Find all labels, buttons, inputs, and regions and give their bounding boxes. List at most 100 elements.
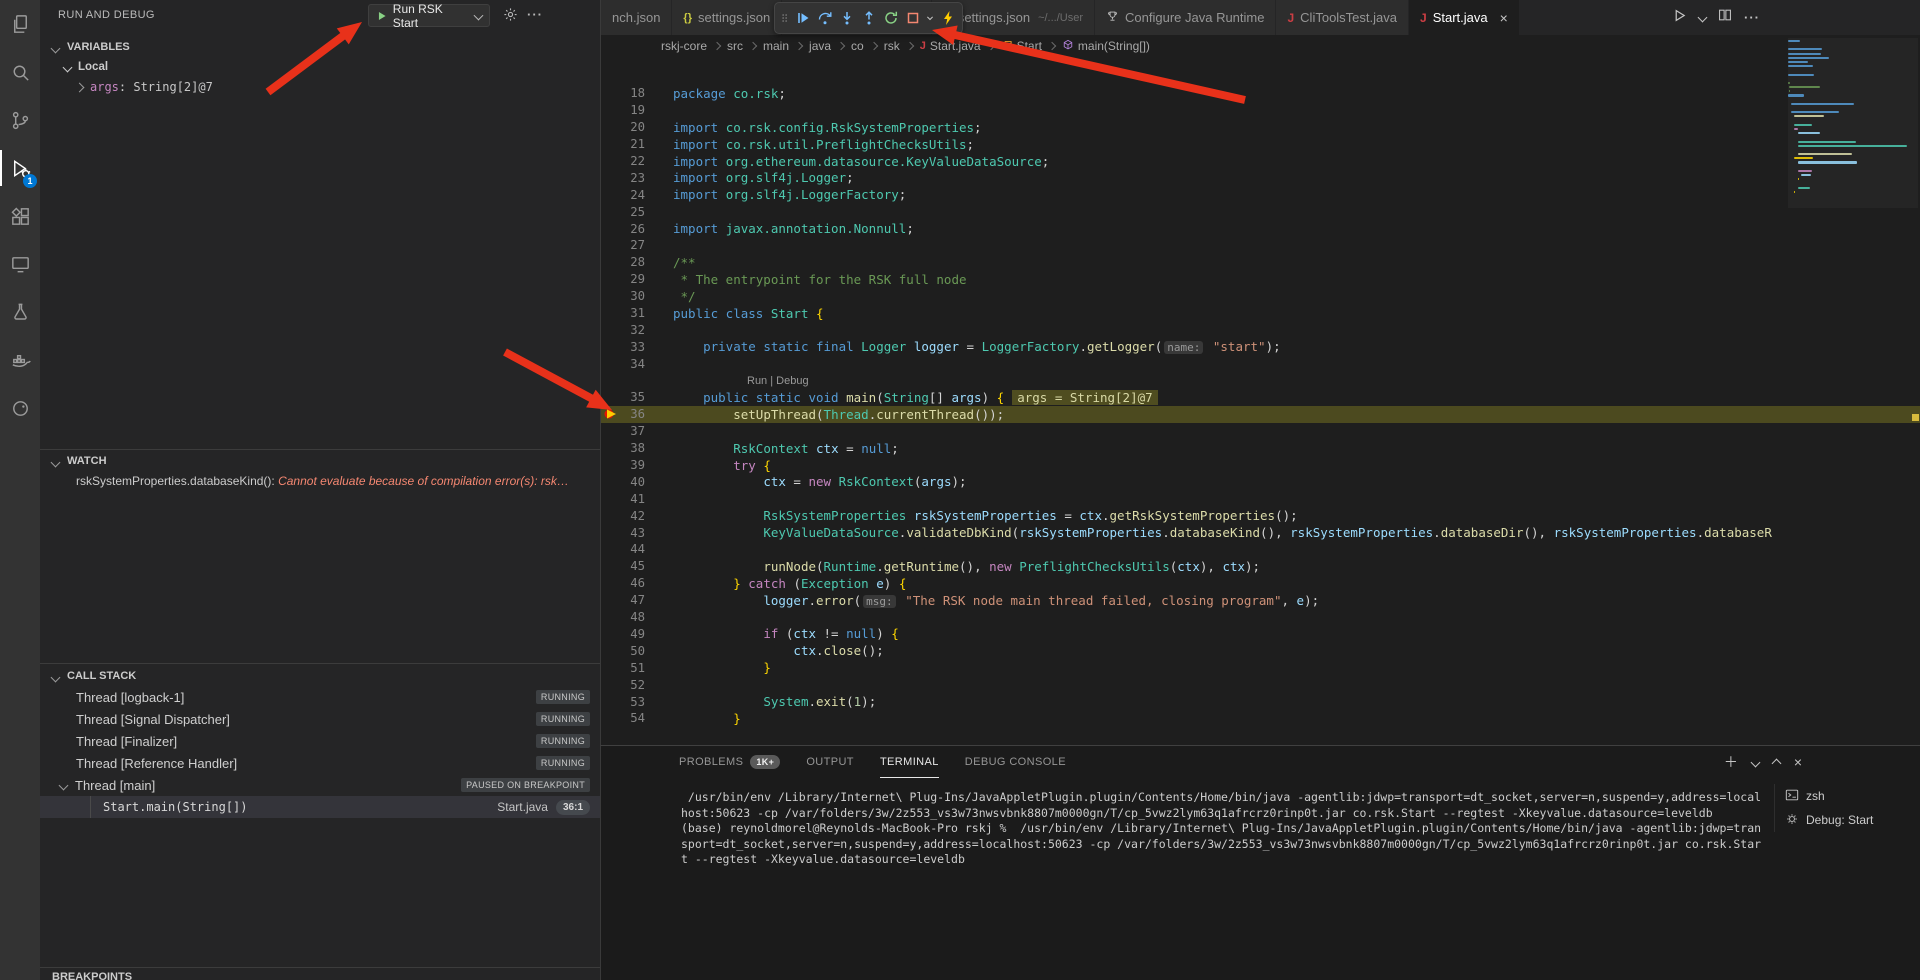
code-line[interactable]: 51 } <box>601 659 1920 676</box>
line-number[interactable]: 28 <box>601 255 645 269</box>
panel-tab-problems[interactable]: PROBLEMS1K+ <box>679 747 780 778</box>
activity-explorer-icon[interactable] <box>0 0 40 48</box>
breadcrumb-item[interactable]: rsk <box>884 39 900 53</box>
line-number[interactable]: 30 <box>601 289 645 303</box>
breakpoints-section-header[interactable]: BREAKPOINTS <box>52 971 132 980</box>
breadcrumb-item[interactable]: main(String[]) <box>1062 39 1150 54</box>
line-number[interactable]: 44 <box>601 542 645 556</box>
line-number[interactable]: 45 <box>601 559 645 573</box>
tab-start-java[interactable]: JStart.java× <box>1409 0 1520 35</box>
thread-row[interactable]: Thread [Finalizer]RUNNING <box>40 730 600 752</box>
stop-dropdown-icon[interactable] <box>924 6 936 30</box>
line-number[interactable]: 23 <box>601 171 645 185</box>
code-line[interactable]: 40 ctx = new RskContext(args); <box>601 473 1920 490</box>
hot-code-replace-icon[interactable] <box>937 6 958 30</box>
split-editor-icon[interactable] <box>1718 8 1732 27</box>
activity-testing-icon[interactable] <box>0 288 40 336</box>
activity-source-control-icon[interactable] <box>0 96 40 144</box>
drag-handle-icon[interactable] <box>779 6 791 30</box>
breadcrumb-item[interactable]: co <box>851 39 864 53</box>
call-stack-section-header[interactable]: CALL STACK <box>40 666 600 686</box>
code-line[interactable]: 20import co.rsk.config.RskSystemProperti… <box>601 119 1920 136</box>
line-number[interactable]: 35 <box>601 390 645 404</box>
line-number[interactable]: 54 <box>601 711 645 725</box>
code-line[interactable]: 25 <box>601 203 1920 220</box>
activity-gradle-icon[interactable] <box>0 384 40 432</box>
line-number[interactable]: 43 <box>601 526 645 540</box>
terminal-instance-debug-start[interactable]: Debug: Start <box>1775 808 1920 832</box>
line-number[interactable]: 34 <box>601 357 645 371</box>
line-number[interactable]: 31 <box>601 306 645 320</box>
variable-row-args[interactable]: args: String[2]@7 <box>40 78 600 96</box>
line-number[interactable]: 20 <box>601 120 645 134</box>
code-line[interactable]: 21import co.rsk.util.PreflightChecksUtil… <box>601 136 1920 153</box>
breadcrumb-item[interactable]: rskj-core <box>661 39 707 53</box>
code-line[interactable]: 53 System.exit(1); <box>601 693 1920 710</box>
code-line[interactable]: 42 RskSystemProperties rskSystemProperti… <box>601 507 1920 524</box>
variables-scope-local[interactable]: Local <box>40 58 600 76</box>
code-line[interactable]: 38 RskContext ctx = null; <box>601 440 1920 457</box>
code-line[interactable]: 26import javax.annotation.Nonnull; <box>601 220 1920 237</box>
line-number[interactable]: 40 <box>601 475 645 489</box>
tab-settings-json[interactable]: {}settings.json <box>672 0 782 35</box>
code-line[interactable]: 19 <box>601 102 1920 119</box>
line-number[interactable]: 53 <box>601 695 645 709</box>
line-number[interactable]: 26 <box>601 222 645 236</box>
step-over-icon[interactable] <box>814 6 835 30</box>
watch-expression-row[interactable]: rskSystemProperties.databaseKind(): Cann… <box>40 472 600 490</box>
restart-icon[interactable] <box>880 6 901 30</box>
codelens-run-debug[interactable]: Run | Debug <box>747 375 809 387</box>
more-actions-icon[interactable]: ··· <box>1744 10 1760 25</box>
gear-icon[interactable] <box>503 7 518 26</box>
code-line[interactable]: 32 <box>601 321 1920 338</box>
terminal-instance-zsh[interactable]: zsh <box>1775 784 1920 808</box>
code-line[interactable]: 33 private static final Logger logger = … <box>601 338 1920 355</box>
breadcrumb-item[interactable]: src <box>727 39 743 53</box>
thread-row[interactable]: Thread [logback-1]RUNNING <box>40 686 600 708</box>
stack-frame-row[interactable]: Start.main(String[])Start.java36:1 <box>40 796 600 818</box>
code-line[interactable]: 27 <box>601 237 1920 254</box>
activity-search-icon[interactable] <box>0 48 40 96</box>
tab-nch-json[interactable]: nch.json <box>601 0 672 35</box>
code-line[interactable]: 23import org.slf4j.Logger; <box>601 169 1920 186</box>
code-line[interactable]: 45 runNode(Runtime.getRuntime(), new Pre… <box>601 558 1920 575</box>
code-editor[interactable]: 18package co.rsk;1920import co.rsk.confi… <box>601 85 1920 727</box>
activity-docker-icon[interactable] <box>0 336 40 384</box>
line-number[interactable]: 38 <box>601 441 645 455</box>
line-number[interactable]: 29 <box>601 272 645 286</box>
new-terminal-icon[interactable]: ＋ <box>1724 752 1738 772</box>
tab-clitoolstest-java[interactable]: JCliToolsTest.java <box>1276 0 1409 35</box>
close-panel-icon[interactable]: × <box>1794 754 1802 770</box>
code-line[interactable]: 46 } catch (Exception e) { <box>601 575 1920 592</box>
thread-row[interactable]: Thread [main]PAUSED ON BREAKPOINT <box>40 774 600 796</box>
run-dropdown-icon[interactable] <box>1698 13 1708 23</box>
panel-tab-debug-console[interactable]: DEBUG CONSOLE <box>965 747 1066 778</box>
activity-run-and-debug-icon[interactable]: 1 <box>0 144 40 192</box>
breadcrumb-item[interactable]: Start <box>1001 39 1042 54</box>
maximize-panel-icon[interactable] <box>1773 754 1780 770</box>
line-number[interactable]: 41 <box>601 492 645 506</box>
code-line[interactable]: 31public class Start { <box>601 305 1920 322</box>
code-line[interactable]: 34 <box>601 355 1920 372</box>
more-actions-icon[interactable]: ··· <box>527 7 543 23</box>
minimap[interactable] <box>1788 40 1910 195</box>
stop-icon[interactable] <box>902 6 923 30</box>
code-line[interactable]: 52 <box>601 676 1920 693</box>
variables-section-header[interactable]: VARIABLES <box>40 37 600 57</box>
close-icon[interactable]: × <box>1500 10 1508 26</box>
code-line[interactable]: 30 */ <box>601 288 1920 305</box>
line-number[interactable]: 33 <box>601 340 645 354</box>
line-number[interactable]: 52 <box>601 678 645 692</box>
activity-extensions-icon[interactable] <box>0 192 40 240</box>
code-line[interactable]: 54 } <box>601 710 1920 727</box>
current-line-breakpoint-icon[interactable] <box>604 407 618 424</box>
line-number[interactable]: 51 <box>601 661 645 675</box>
run-config-dropdown[interactable]: Run RSK Start <box>368 4 490 27</box>
breadcrumb-item[interactable]: JStart.java <box>920 39 981 53</box>
line-number[interactable]: 18 <box>601 86 645 100</box>
terminal-dropdown-icon[interactable] <box>1750 757 1760 767</box>
code-line[interactable]: 28/** <box>601 254 1920 271</box>
code-line[interactable]: 49 if (ctx != null) { <box>601 626 1920 643</box>
line-number[interactable]: 39 <box>601 458 645 472</box>
code-line[interactable]: 24import org.slf4j.LoggerFactory; <box>601 186 1920 203</box>
